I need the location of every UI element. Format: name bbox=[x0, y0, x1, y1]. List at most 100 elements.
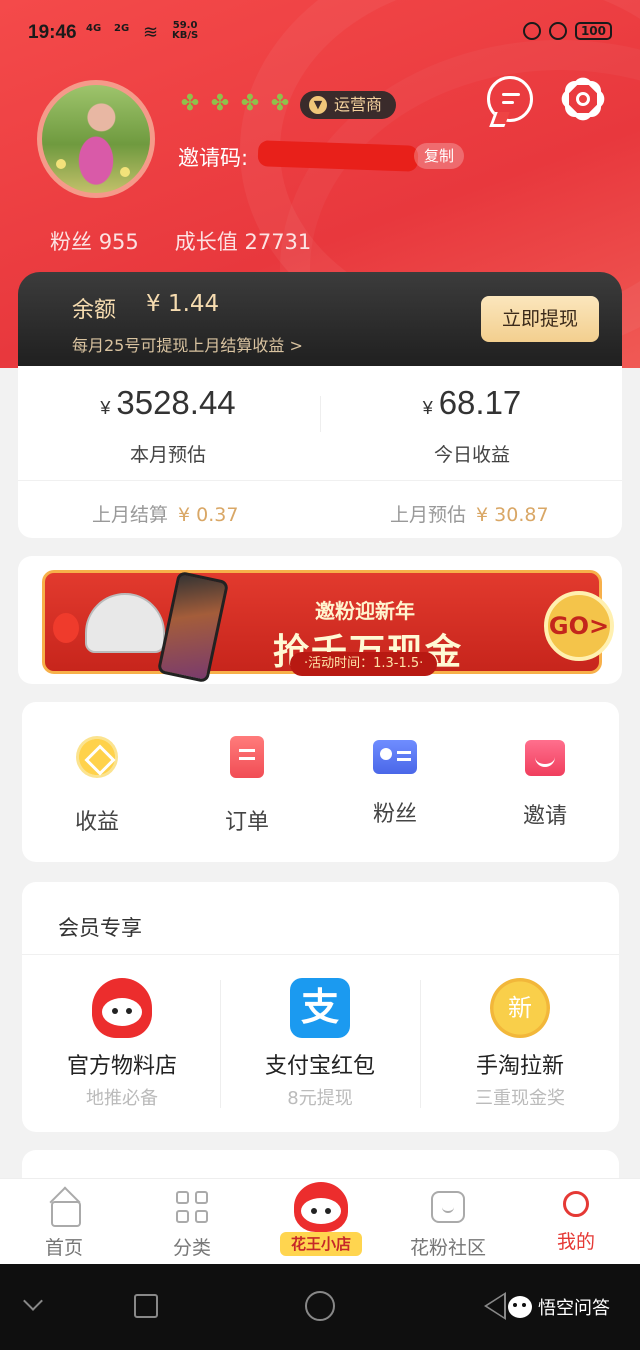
quick-item-fans[interactable]: 粉丝 bbox=[320, 736, 470, 828]
message-icon-line bbox=[502, 101, 514, 104]
tab-community[interactable]: 花粉社区 bbox=[398, 1191, 498, 1260]
community-chat-icon bbox=[431, 1191, 465, 1223]
home-circle-icon[interactable] bbox=[305, 1291, 335, 1321]
last-month-settled: 上月结算 ¥ 0.37 bbox=[92, 504, 239, 526]
watermark-text: 悟空问答 bbox=[538, 1298, 610, 1319]
phone-image bbox=[156, 570, 230, 684]
watermark-logo-icon bbox=[508, 1296, 532, 1318]
promo-go-button[interactable]: GO> bbox=[544, 591, 614, 661]
recent-apps-icon[interactable] bbox=[134, 1294, 158, 1318]
today-earnings-label: 今日收益 bbox=[433, 444, 510, 466]
promo-period: ·活动时间：1.3-1.5· bbox=[290, 652, 438, 676]
battery-icon: 100 bbox=[574, 22, 612, 40]
lantern-icon bbox=[53, 613, 79, 643]
tab-label: 花粉社区 bbox=[409, 1237, 486, 1259]
shop-mascot-icon bbox=[294, 1182, 348, 1232]
section-title: 会员专享 bbox=[58, 916, 142, 940]
gear-core bbox=[576, 92, 590, 106]
signal-2g-icon: 2G bbox=[114, 23, 130, 34]
tab-mine[interactable]: 我的 bbox=[526, 1191, 626, 1254]
category-grid-icon bbox=[175, 1191, 209, 1223]
member-item-alipay[interactable]: 支 支付宝红包 8元提现 bbox=[220, 978, 420, 1110]
watermark: 悟空问答 bbox=[508, 1294, 610, 1320]
earnings-card: ¥3528.44 本月预估 ¥68.17 今日收益 上月结算 ¥ 0.37 上月预… bbox=[18, 366, 622, 538]
fans-icon bbox=[373, 740, 417, 774]
member-item-name: 支付宝红包 bbox=[264, 1054, 375, 1079]
quick-item-orders[interactable]: 订单 bbox=[172, 736, 322, 836]
clover-icon: ✤ bbox=[240, 91, 260, 116]
quick-item-invite[interactable]: 邀请 bbox=[470, 736, 620, 830]
status-bar: 19:46 4G 2G ≋ 59.0 KB/S 100 bbox=[0, 18, 640, 48]
avatar-detail bbox=[120, 167, 130, 177]
robot-vacuum-image bbox=[85, 593, 165, 653]
member-item-taobao-new[interactable]: 新 手淘拉新 三重现金奖 bbox=[420, 978, 620, 1110]
member-item-name: 手淘拉新 bbox=[475, 1054, 564, 1079]
lock-icon bbox=[522, 22, 541, 40]
profile-stats: 粉丝 955 成长值 27731 bbox=[50, 226, 311, 256]
tab-category[interactable]: 分类 bbox=[142, 1191, 242, 1260]
member-item-sub: 三重现金奖 bbox=[475, 1088, 565, 1109]
clover-icon: ✤ bbox=[270, 91, 290, 116]
member-exclusive-section: 会员专享 官方物料店 地推必备 支 支付宝红包 8元提现 新 手淘拉新 三重现金… bbox=[22, 882, 619, 1132]
divider bbox=[320, 396, 321, 432]
last-month-estimate: 上月预估 ¥ 30.87 bbox=[390, 504, 549, 526]
signal-4g-icon: 4G bbox=[86, 23, 102, 34]
tab-home[interactable]: 首页 bbox=[14, 1191, 114, 1260]
net-speed: 59.0 KB/S bbox=[172, 20, 199, 41]
tab-label: 我的 bbox=[556, 1231, 595, 1253]
member-item-sub: 8元提现 bbox=[287, 1088, 353, 1109]
quick-item-label: 订单 bbox=[224, 810, 269, 835]
status-right: 100 bbox=[522, 22, 612, 40]
quick-item-label: 邀请 bbox=[522, 804, 567, 829]
today-earnings[interactable]: ¥68.17 今日收益 bbox=[322, 384, 622, 467]
new-coin-icon: 新 bbox=[490, 978, 550, 1038]
divider bbox=[18, 480, 622, 481]
invite-code-redacted bbox=[257, 140, 419, 172]
divider bbox=[22, 954, 619, 955]
home-icon bbox=[47, 1191, 81, 1227]
member-item-sub: 地推必备 bbox=[86, 1088, 158, 1109]
withdraw-rule-link[interactable]: 每月25号可提现上月结算收益 > bbox=[72, 332, 303, 356]
earnings-icon bbox=[76, 736, 118, 778]
growth-stat[interactable]: 成长值 27731 bbox=[175, 226, 312, 256]
wifi-icon: ≋ bbox=[143, 22, 159, 43]
alarm-icon bbox=[548, 22, 567, 40]
avatar[interactable] bbox=[37, 80, 155, 198]
chevron-right-icon: > bbox=[289, 336, 303, 355]
tab-shop[interactable]: 花王小店 bbox=[280, 1182, 364, 1258]
invite-gift-icon bbox=[525, 740, 565, 776]
back-triangle-icon[interactable] bbox=[484, 1292, 506, 1320]
promo-headline: 邀粉迎新年 bbox=[315, 599, 415, 623]
balance-amount: ¥ 1.44 bbox=[146, 291, 220, 317]
avatar-detail bbox=[56, 159, 66, 169]
status-time: 19:46 bbox=[28, 22, 77, 43]
withdraw-button[interactable]: 立即提现 bbox=[481, 296, 599, 342]
copy-invite-button[interactable]: 复制 bbox=[414, 143, 465, 169]
level-badges: ✤ ✤ ✤ ✤ bbox=[178, 92, 292, 116]
tab-label: 首页 bbox=[44, 1237, 83, 1259]
quick-item-earnings[interactable]: 收益 bbox=[22, 736, 172, 836]
member-item-material-store[interactable]: 官方物料店 地推必备 bbox=[22, 978, 222, 1110]
balance-card: 余额 ¥ 1.44 每月25号可提现上月结算收益 > 立即提现 bbox=[18, 272, 622, 368]
tab-label: 花王小店 bbox=[280, 1232, 362, 1256]
balance-label: 余额 bbox=[72, 298, 117, 323]
vip-icon: ▼ bbox=[309, 96, 327, 114]
tab-label: 分类 bbox=[172, 1237, 211, 1259]
today-earnings-value: 68.17 bbox=[438, 384, 522, 421]
order-icon bbox=[230, 736, 264, 778]
invite-code-label: 邀请码: bbox=[178, 146, 249, 170]
message-icon-line bbox=[502, 93, 520, 96]
alipay-icon: 支 bbox=[290, 978, 350, 1038]
role-badge-label: 运营商 bbox=[334, 95, 383, 114]
collapse-chevron-icon[interactable] bbox=[23, 1291, 43, 1311]
quick-item-label: 粉丝 bbox=[372, 802, 417, 827]
profile-header: 19:46 4G 2G ≋ 59.0 KB/S 100 ✤ ✤ ✤ ✤ ▼ 运营… bbox=[0, 0, 640, 368]
promo-banner[interactable]: 邀粉迎新年 抢千万现金 ·活动时间：1.3-1.5· GO> bbox=[18, 556, 622, 684]
mascot-icon bbox=[92, 978, 152, 1038]
clover-icon: ✤ bbox=[210, 91, 230, 116]
month-estimate-label: 本月预估 bbox=[129, 444, 206, 466]
month-estimate[interactable]: ¥3528.44 本月预估 bbox=[18, 384, 318, 467]
message-icon[interactable] bbox=[487, 76, 533, 122]
settings-gear-icon[interactable] bbox=[557, 73, 609, 125]
fans-stat[interactable]: 粉丝 955 bbox=[50, 226, 139, 256]
